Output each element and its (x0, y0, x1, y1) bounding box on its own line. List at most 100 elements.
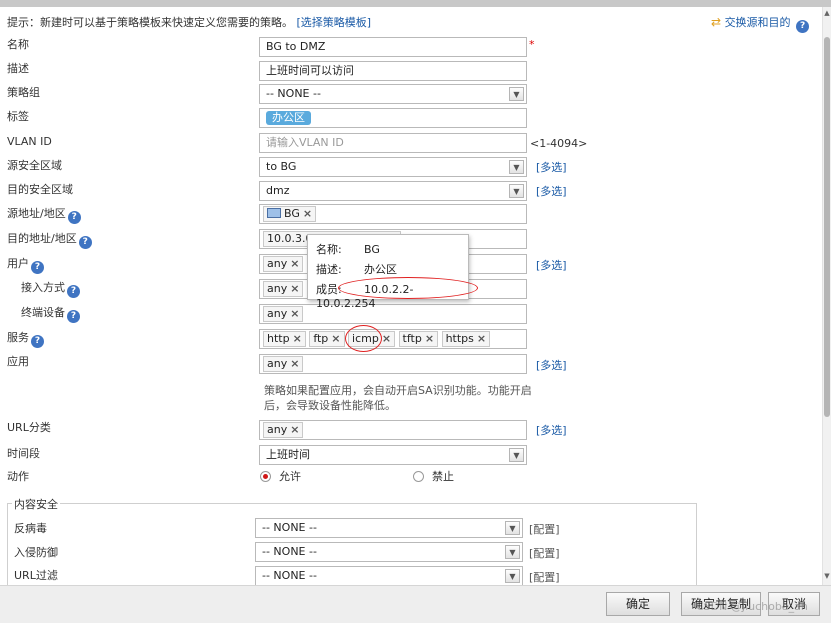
vlan-input[interactable]: 请输入VLAN ID (259, 133, 527, 153)
url-tag[interactable]: any × (263, 422, 304, 438)
url-label: URL分类 (7, 421, 51, 434)
ips-config-link[interactable]: [配置] (529, 545, 560, 561)
watermark: CSDN @Jiuchoba_an (696, 600, 808, 613)
select-template-link[interactable]: [选择策略模板] (297, 16, 372, 29)
scroll-down-icon[interactable]: ▼ (823, 572, 831, 580)
swap-icon: ⇄ (711, 15, 722, 29)
app-input[interactable]: any × (259, 354, 527, 374)
app-label: 应用 (7, 355, 29, 368)
access-tag[interactable]: any × (263, 281, 304, 297)
terminal-tag[interactable]: any × (263, 306, 304, 322)
remove-icon[interactable]: × (331, 332, 340, 345)
app-note: 策略如果配置应用，会自动开启SA识别功能。功能开启后，会导致设备性能降低。 (264, 384, 532, 412)
scrollbar-thumb[interactable] (824, 37, 830, 417)
remove-icon[interactable]: × (290, 282, 299, 295)
swap-src-dst-link[interactable]: ⇄ 交换源和目的 ? (711, 14, 810, 33)
help-icon[interactable]: ? (78, 236, 92, 249)
name-label: 名称 (7, 38, 29, 51)
action-label: 动作 (7, 470, 29, 483)
service-tag[interactable]: tftp × (398, 331, 439, 347)
tag-input[interactable]: 办公区 (259, 108, 527, 128)
scrollbar[interactable]: ▲ ▼ (822, 7, 831, 585)
app-tag[interactable]: any × (263, 356, 304, 372)
dst-zone-multi-link[interactable]: [多选] (536, 183, 567, 199)
tooltip-name-row: 名称: BG (316, 243, 380, 256)
name-input[interactable]: BG to DMZ (259, 37, 527, 57)
top-bar (0, 0, 831, 7)
remove-icon[interactable]: × (477, 332, 486, 345)
src-addr-input[interactable]: BG × (259, 204, 527, 224)
url-filter-select[interactable]: -- NONE -- ▼ (255, 566, 523, 586)
help-icon[interactable]: ? (67, 310, 80, 323)
chevron-down-icon[interactable]: ▼ (509, 184, 524, 198)
user-label: 用户? (7, 257, 44, 274)
antivirus-config-link[interactable]: [配置] (529, 521, 560, 537)
vlan-range-hint: <1-4094> (530, 137, 588, 150)
dst-addr-label: 目的地址/地区? (7, 232, 92, 249)
chevron-down-icon[interactable]: ▼ (505, 521, 520, 535)
swap-label: 交换源和目的 (724, 16, 791, 29)
vlan-label: VLAN ID (7, 135, 52, 148)
remove-icon[interactable]: × (290, 257, 299, 270)
allow-radio[interactable]: 允许 (260, 468, 301, 484)
ips-label: 入侵防御 (14, 546, 58, 559)
remove-icon[interactable]: × (303, 207, 312, 220)
chevron-down-icon[interactable]: ▼ (509, 160, 524, 174)
desc-label: 描述 (7, 62, 29, 75)
tag-label: 标签 (7, 110, 29, 123)
service-input[interactable]: http × ftp × icmp × tftp × https × (259, 329, 527, 349)
scroll-up-icon[interactable]: ▲ (823, 9, 831, 17)
app-multi-link[interactable]: [多选] (536, 357, 567, 373)
url-input[interactable]: any × (259, 420, 527, 440)
office-tag[interactable]: 办公区 (266, 111, 311, 125)
src-zone-label: 源安全区域 (7, 159, 62, 172)
group-label: 策略组 (7, 86, 40, 99)
help-icon[interactable]: ? (31, 261, 44, 274)
help-icon[interactable]: ? (796, 20, 810, 33)
radio-checked-icon[interactable] (260, 471, 271, 482)
dst-zone-select[interactable]: dmz ▼ (259, 181, 527, 201)
radio-unchecked-icon[interactable] (413, 471, 424, 482)
help-icon[interactable]: ? (31, 335, 44, 348)
remove-icon[interactable]: × (425, 332, 434, 345)
tooltip-desc-row: 描述: 办公区 (316, 263, 397, 276)
chevron-down-icon[interactable]: ▼ (509, 448, 524, 462)
service-tag[interactable]: icmp × (348, 331, 396, 347)
user-tag[interactable]: any × (263, 256, 304, 272)
chevron-down-icon[interactable]: ▼ (505, 569, 520, 583)
chevron-down-icon[interactable]: ▼ (505, 545, 520, 559)
ips-select[interactable]: -- NONE -- ▼ (255, 542, 523, 562)
dst-zone-label: 目的安全区域 (7, 183, 73, 196)
address-tooltip: 名称: BG 描述: 办公区 成员: 10.0.2.2-10.0.2.254 (307, 234, 469, 310)
url-filter-label: URL过滤 (14, 569, 58, 582)
terminal-label: 终端设备? (21, 306, 80, 323)
time-select[interactable]: 上班时间 ▼ (259, 445, 527, 465)
antivirus-select[interactable]: -- NONE -- ▼ (255, 518, 523, 538)
tooltip-member-row: 成员: 10.0.2.2-10.0.2.254 (316, 283, 414, 310)
content-security-legend: 内容安全 (12, 496, 60, 512)
src-zone-select[interactable]: to BG ▼ (259, 157, 527, 177)
help-icon[interactable]: ? (67, 211, 81, 224)
remove-icon[interactable]: × (293, 332, 302, 345)
hint-text: 提示：新建时可以基于策略模板来快速定义您需要的策略。 (7, 16, 293, 29)
remove-icon[interactable]: × (290, 357, 299, 370)
remove-icon[interactable]: × (290, 423, 299, 436)
src-addr-tag[interactable]: BG × (263, 206, 317, 222)
url-filter-config-link[interactable]: [配置] (529, 569, 560, 585)
service-tag[interactable]: http × (263, 331, 306, 347)
template-hint: 提示：新建时可以基于策略模板来快速定义您需要的策略。 [选择策略模板] (7, 14, 371, 30)
remove-icon[interactable]: × (290, 307, 299, 320)
src-zone-multi-link[interactable]: [多选] (536, 159, 567, 175)
deny-radio[interactable]: 禁止 (413, 468, 454, 484)
help-icon[interactable]: ? (67, 285, 80, 298)
service-tag[interactable]: https × (441, 331, 491, 347)
chevron-down-icon[interactable]: ▼ (509, 87, 524, 101)
ok-button[interactable]: 确定 (606, 592, 670, 616)
user-multi-link[interactable]: [多选] (536, 257, 567, 273)
group-select[interactable]: -- NONE -- ▼ (259, 84, 527, 104)
desc-input[interactable]: 上班时间可以访问 (259, 61, 527, 81)
service-tag[interactable]: ftp × (309, 331, 345, 347)
required-mark: * (529, 38, 535, 51)
remove-icon[interactable]: × (382, 332, 391, 345)
url-multi-link[interactable]: [多选] (536, 422, 567, 438)
